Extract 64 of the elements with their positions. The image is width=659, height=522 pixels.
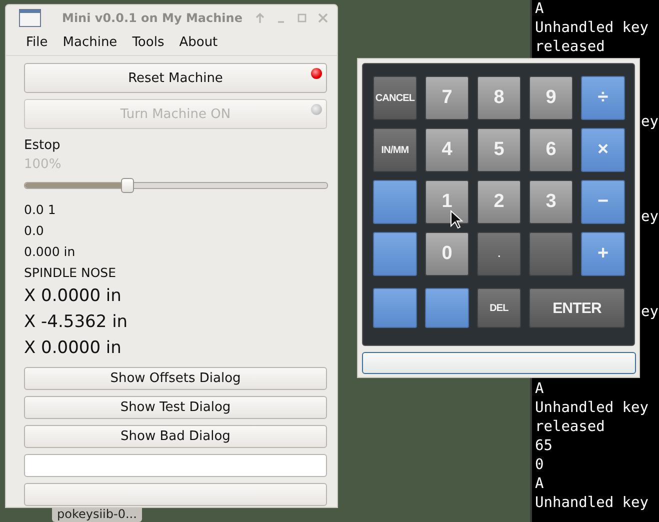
readout-text: 0.0 1	[24, 201, 57, 219]
keypad-key[interactable]	[373, 232, 417, 276]
keypad-key[interactable]: 5	[477, 128, 521, 172]
keypad-key[interactable]: 8	[477, 76, 521, 120]
keypad-key[interactable]	[373, 180, 417, 224]
maximize-icon[interactable]	[296, 12, 308, 24]
keypad-key[interactable]: IN/MM	[373, 128, 417, 172]
keypad-key[interactable]: +	[581, 232, 625, 276]
readout-text: 0.000 in	[24, 243, 76, 261]
keypad-key[interactable]: ENTER	[529, 288, 625, 328]
terminal-line: 65	[535, 437, 554, 456]
keypad-key[interactable]	[425, 288, 469, 328]
terminal-line: ey	[641, 208, 658, 227]
machine-button[interactable]: Reset Machine	[24, 63, 327, 93]
readout-text: X -4.5362 in	[24, 311, 129, 334]
keypad-key[interactable]: 0	[425, 232, 469, 276]
keypad-key[interactable]: 3	[529, 180, 573, 224]
terminal-line: A	[535, 475, 545, 494]
terminal-line: Unhandled key	[535, 399, 650, 418]
feed-slider[interactable]	[24, 178, 328, 193]
mouse-cursor-icon	[450, 210, 464, 230]
dialog-button[interactable]: Show Offsets Dialog	[24, 367, 327, 390]
keypad-key[interactable]: 4	[425, 128, 469, 172]
taskbar-item[interactable]: pokeysiib-0...	[52, 508, 142, 522]
terminal-line: ey	[641, 113, 658, 132]
menu-item[interactable]: File	[20, 33, 54, 52]
readout-text: 0.0	[24, 222, 45, 240]
window-title: Mini v0.0.1 on My Machine	[61, 11, 244, 25]
terminal-line: 0	[535, 456, 545, 475]
keypad-key[interactable]: 6	[529, 128, 573, 172]
readout-text: X 0.0000 in	[24, 337, 122, 360]
keypad-key[interactable]	[529, 232, 573, 276]
terminal-line: released	[535, 38, 606, 57]
keypad-key[interactable]: DEL	[477, 288, 521, 328]
keypad-key[interactable]: CANCEL	[373, 76, 417, 120]
terminal-line: A	[535, 380, 545, 399]
keypad-key[interactable]	[373, 288, 417, 328]
keypad-key[interactable]: ÷	[581, 76, 625, 120]
readout-text: SPINDLE NOSE	[24, 264, 117, 282]
keypad-input-field[interactable]	[362, 352, 636, 374]
terminal-line: ey	[641, 303, 658, 322]
keypad-key[interactable]: 2	[477, 180, 521, 224]
keypad-key[interactable]: .	[477, 232, 521, 276]
menu-item[interactable]: About	[173, 33, 224, 52]
terminal-line: Unhandled key	[535, 494, 650, 513]
terminal-line: A	[535, 0, 545, 19]
blank-button[interactable]	[24, 483, 327, 506]
keypad-key[interactable]: −	[581, 180, 625, 224]
dialog-button[interactable]: Show Test Dialog	[24, 396, 327, 419]
menu-item[interactable]: Machine	[56, 33, 124, 52]
terminal-line: released	[535, 418, 606, 437]
readout-text: X 0.0000 in	[24, 285, 122, 308]
dialog-button[interactable]: Show Bad Dialog	[24, 425, 327, 448]
keypad-key[interactable]: ×	[581, 128, 625, 172]
estop-label: Estop	[24, 138, 62, 153]
keypad-key[interactable]: 1	[425, 180, 469, 224]
pin-icon[interactable]	[254, 12, 266, 24]
close-icon[interactable]	[317, 12, 329, 24]
input-field[interactable]	[24, 454, 327, 477]
terminal-line: Unhandled key	[535, 19, 650, 38]
menu-item[interactable]: Tools	[126, 33, 170, 52]
keypad-key[interactable]: 9	[529, 76, 573, 120]
keypad-key[interactable]: 7	[425, 76, 469, 120]
window-icon	[19, 9, 41, 27]
